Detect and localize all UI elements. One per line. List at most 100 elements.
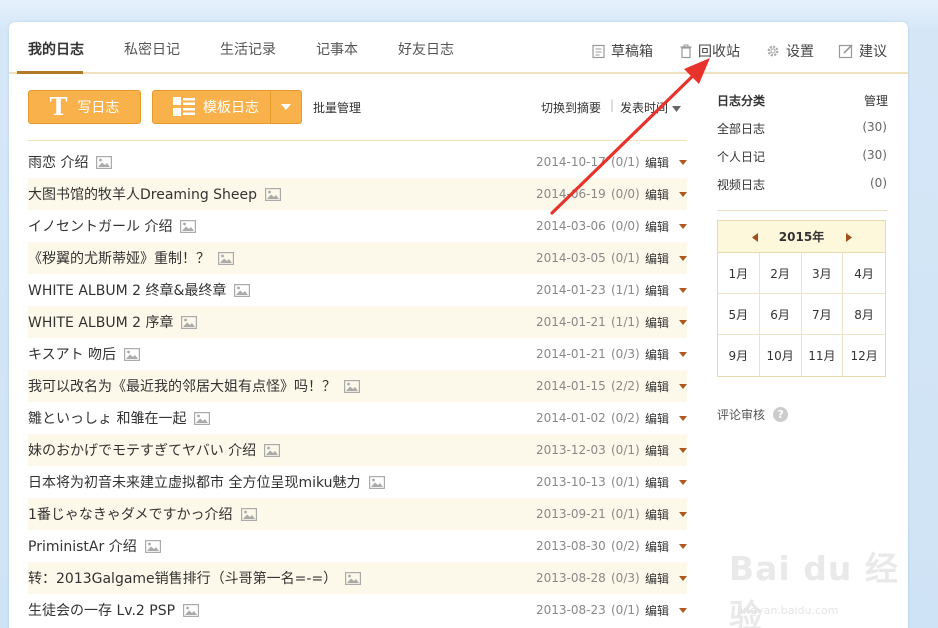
entry-edit-menu[interactable]: 编辑 — [645, 346, 687, 363]
calendar-month[interactable]: 9月 — [718, 335, 760, 376]
category-video[interactable]: 视频日志 — [717, 176, 765, 193]
write-blog-button[interactable]: T 写日志 — [28, 90, 141, 124]
blog-entry-row: 1番じゃなきゃダメですかっ介绍 2013-09-21 (0/1) 编辑 — [28, 498, 687, 530]
blog-panel: 我的日志 私密日记 生活记录 记事本 好友日志 草稿箱 回收站 设置 建议 T … — [9, 22, 908, 628]
calendar-month[interactable]: 1月 — [718, 253, 760, 294]
entry-title[interactable]: WHITE ALBUM 2 终章&最终章 — [28, 280, 226, 300]
calendar-month[interactable]: 5月 — [718, 294, 760, 335]
entry-title[interactable]: 雨恋 介绍 — [28, 152, 88, 172]
entry-title[interactable]: 《秽翼的尤斯蒂娅》重制！？ — [28, 248, 210, 268]
batch-manage-link[interactable]: 批量管理 — [313, 99, 361, 116]
entry-date: 2013-12-03 — [536, 443, 606, 457]
entry-date: 2014-01-15 — [536, 379, 606, 393]
entry-edit-menu[interactable]: 编辑 — [645, 314, 687, 331]
entry-comment-count: (0/1) — [611, 475, 640, 489]
caret-down-icon — [674, 543, 687, 549]
entry-edit-menu[interactable]: 编辑 — [645, 506, 687, 523]
edit-label: 编辑 — [645, 603, 670, 618]
entry-edit-menu[interactable]: 编辑 — [645, 250, 687, 267]
edit-label: 编辑 — [645, 283, 670, 298]
entry-edit-menu[interactable]: 编辑 — [645, 218, 687, 235]
entry-title[interactable]: 1番じゃなきゃダメですかっ介绍 — [28, 504, 233, 524]
caret-down-icon — [674, 607, 687, 613]
prev-year-arrow-icon[interactable] — [752, 233, 758, 242]
caret-down-icon — [674, 447, 687, 453]
image-icon — [96, 155, 113, 169]
settings-link[interactable]: 设置 — [765, 41, 814, 61]
blog-entry-list: 雨恋 介绍 2014-10-17 (0/1) 编辑 大图书馆的牧羊人Dreaming S… — [28, 146, 687, 626]
entry-title[interactable]: 日本将为初音未来建立虚拟都市 全方位呈现miku魅力 — [28, 472, 361, 492]
entry-title[interactable]: キスアト 吻后 — [28, 344, 116, 364]
entry-date: 2014-01-21 — [536, 315, 606, 329]
entry-edit-menu[interactable]: 编辑 — [645, 410, 687, 427]
category-personal[interactable]: 个人日记 — [717, 148, 765, 165]
calendar-month[interactable]: 11月 — [802, 335, 844, 376]
entry-edit-menu[interactable]: 编辑 — [645, 154, 687, 171]
tab-friends-blog[interactable]: 好友日志 — [398, 39, 454, 59]
calendar-header: 2015年 — [718, 221, 885, 253]
edit-label: 编辑 — [645, 411, 670, 426]
tab-life-record[interactable]: 生活记录 — [220, 39, 276, 59]
comment-review-link[interactable]: 评论审核 — [717, 406, 765, 423]
blog-entry-row: PriministAr 介绍 2013-08-30 (0/2) 编辑 — [28, 530, 687, 562]
template-blog-main[interactable]: 模板日志 — [153, 91, 272, 123]
switch-summary-link[interactable]: 切换到摘要 — [541, 99, 601, 116]
separator: | — [610, 98, 615, 112]
entry-title[interactable]: 生徒会の一存 Lv.2 PSP — [28, 600, 175, 620]
entry-comment-count: (0/1) — [611, 507, 640, 521]
image-icon — [240, 507, 257, 521]
category-manage-link[interactable]: 管理 — [864, 92, 888, 109]
help-icon[interactable]: ? — [773, 407, 789, 422]
t-letter-icon: T — [49, 92, 68, 121]
entry-edit-menu[interactable]: 编辑 — [645, 442, 687, 459]
entry-edit-menu[interactable]: 编辑 — [645, 602, 687, 619]
tab-my-blog[interactable]: 我的日志 — [28, 39, 84, 59]
entry-edit-menu[interactable]: 编辑 — [645, 378, 687, 395]
template-icon — [173, 97, 195, 116]
entry-title[interactable]: イノセントガール 介绍 — [28, 216, 172, 236]
entry-edit-menu[interactable]: 编辑 — [645, 474, 687, 491]
calendar-month[interactable]: 12月 — [843, 335, 885, 376]
entry-edit-menu[interactable]: 编辑 — [645, 538, 687, 555]
entry-edit-menu[interactable]: 编辑 — [645, 282, 687, 299]
entry-title[interactable]: PriministAr 介绍 — [28, 536, 137, 556]
suggest-link[interactable]: 建议 — [838, 41, 887, 61]
category-count: (30) — [862, 148, 887, 162]
entry-comment-count: (1/1) — [611, 283, 640, 297]
tab-notebook[interactable]: 记事本 — [316, 39, 358, 59]
calendar-month[interactable]: 6月 — [759, 294, 802, 335]
entry-title[interactable]: 转：2013Galgame销售排行（斗哥第一名=-=） — [28, 568, 337, 588]
calendar-month[interactable]: 4月 — [843, 253, 885, 294]
entry-edit-menu[interactable]: 编辑 — [645, 186, 687, 203]
entry-comment-count: (1/1) — [611, 315, 640, 329]
trash-icon — [680, 44, 692, 58]
calendar-month[interactable]: 3月 — [801, 253, 844, 294]
entry-title[interactable]: 我可以改名为《最近我的邻居大姐有点怪》吗！？ — [28, 376, 336, 396]
sort-by-time[interactable]: 发表时间 — [620, 99, 681, 116]
caret-down-icon — [674, 319, 687, 325]
next-year-arrow-icon[interactable] — [846, 233, 852, 242]
entry-title[interactable]: WHITE ALBUM 2 序章 — [28, 312, 173, 332]
category-all[interactable]: 全部日志 — [717, 120, 765, 137]
entry-title[interactable]: 大图书馆的牧羊人Dreaming Sheep — [28, 184, 257, 204]
edit-label: 编辑 — [645, 379, 670, 394]
calendar-month[interactable]: 10月 — [760, 335, 802, 376]
template-dropdown-toggle[interactable] — [271, 91, 301, 123]
calendar-month[interactable]: 8月 — [843, 294, 885, 335]
tab-private-diary[interactable]: 私密日记 — [124, 39, 180, 59]
calendar-month[interactable]: 2月 — [759, 253, 802, 294]
image-icon — [124, 347, 141, 361]
entry-date: 2013-08-30 — [536, 539, 606, 553]
drafts-link[interactable]: 草稿箱 — [591, 41, 653, 61]
caret-down-icon — [674, 287, 687, 293]
calendar-month[interactable]: 7月 — [801, 294, 844, 335]
entry-title[interactable]: 雛といっしょ 和雏在一起 — [28, 408, 186, 428]
template-blog-button[interactable]: 模板日志 — [152, 90, 302, 124]
entry-title[interactable]: 妹のおかげでモテすぎてヤバい 介绍 — [28, 440, 256, 460]
edit-label: 编辑 — [645, 539, 670, 554]
edit-label: 编辑 — [645, 347, 670, 362]
edit-label: 编辑 — [645, 507, 670, 522]
entry-edit-menu[interactable]: 编辑 — [645, 570, 687, 587]
archive-calendar: 2015年 1月 2月 3月 4月 5月 6月 7月 8月 9月 10月 11月 12月 — [717, 220, 886, 377]
recycle-bin-link[interactable]: 回收站 — [679, 41, 740, 61]
